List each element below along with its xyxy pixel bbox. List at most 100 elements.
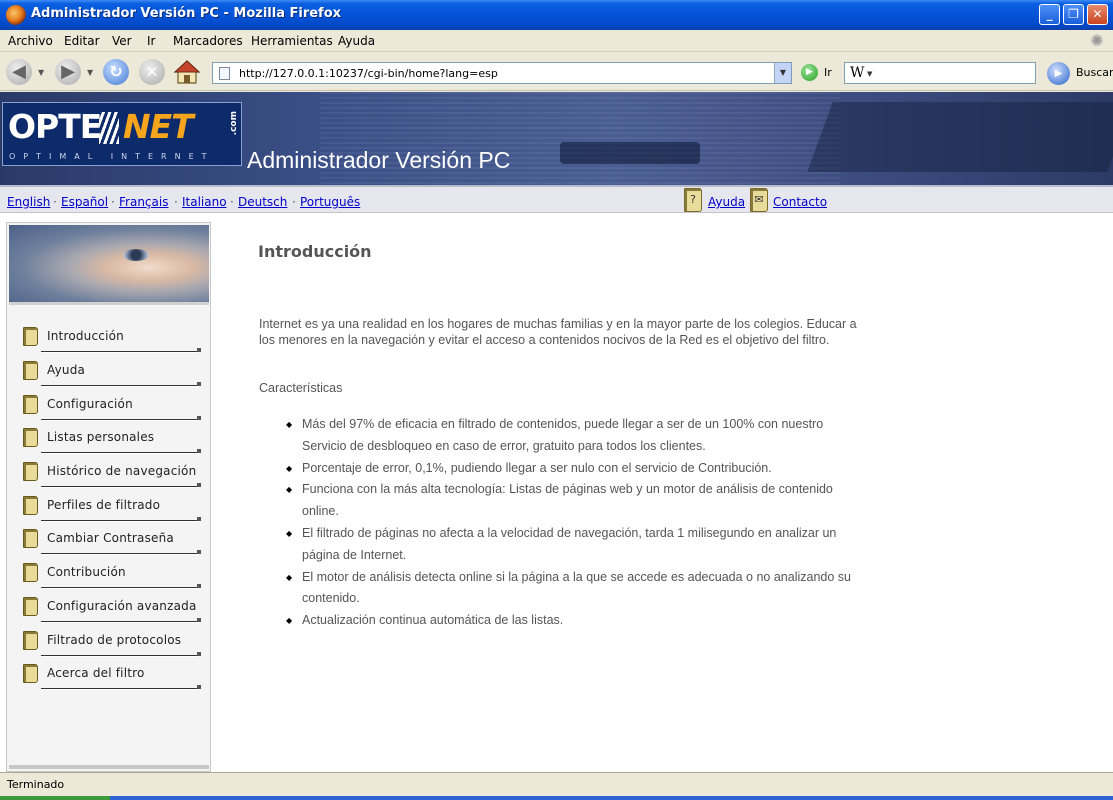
- feature-item: Porcentaje de error, 0,1%, pudiendo lleg…: [286, 458, 866, 480]
- sidebar-item-acerca-del-filtro[interactable]: Acerca del filtro: [7, 658, 207, 692]
- minimize-button[interactable]: _: [1039, 4, 1060, 25]
- sidebar-item-ayuda[interactable]: Ayuda: [7, 355, 207, 389]
- forward-arrow-icon[interactable]: ▶: [55, 59, 81, 85]
- optenet-logo: OPTE NET .com OPTIMAL INTERNET: [2, 102, 242, 166]
- go-button-label[interactable]: Ir: [824, 66, 832, 79]
- search-input[interactable]: W ▼: [844, 62, 1036, 84]
- sidebar-item-label[interactable]: Configuración: [47, 397, 133, 411]
- sidebar-item-introduccion[interactable]: Introducción: [7, 321, 207, 355]
- firefox-logo-icon: [6, 5, 26, 25]
- menu-ayuda[interactable]: Ayuda: [338, 34, 375, 48]
- book-icon: [23, 664, 38, 683]
- feature-item: Actualización continua automática de las…: [286, 610, 866, 632]
- help-link[interactable]: Ayuda: [708, 195, 745, 209]
- navigation-toolbar: ◀ ▼ ▶ ▼ ↻ ✕ http://127.0.0.1:10237/cgi-b…: [0, 53, 1113, 91]
- close-button[interactable]: ✕: [1087, 4, 1108, 25]
- lang-separator: ·: [53, 195, 57, 209]
- sidebar-item-underline: [41, 652, 201, 657]
- book-icon: [23, 462, 38, 481]
- logo-text-right: NET: [123, 107, 194, 146]
- back-dropdown-icon[interactable]: ▼: [38, 68, 44, 77]
- sidebar-photo: [9, 225, 209, 302]
- book-icon: [23, 631, 38, 650]
- lang-italiano-link[interactable]: Italiano: [182, 195, 227, 209]
- lang-english-link[interactable]: English: [7, 195, 50, 209]
- menu-herramientas[interactable]: Herramientas: [251, 34, 333, 48]
- reload-icon[interactable]: ↻: [103, 59, 129, 85]
- sidebar-item-contribucion[interactable]: Contribución: [7, 557, 207, 591]
- header-banner: OPTE NET .com OPTIMAL INTERNET Administr…: [0, 92, 1113, 185]
- sidebar-item-label[interactable]: Histórico de navegación: [47, 464, 196, 478]
- stop-icon[interactable]: ✕: [139, 59, 165, 85]
- sidebar-item-label[interactable]: Ayuda: [47, 363, 85, 377]
- start-button-edge[interactable]: [0, 796, 110, 800]
- search-button-label[interactable]: Buscar: [1076, 66, 1113, 79]
- feature-item: El motor de análisis detecta online si l…: [286, 567, 866, 611]
- address-bar[interactable]: http://127.0.0.1:10237/cgi-bin/home?lang…: [212, 62, 792, 84]
- window-title: Administrador Versión PC - Mozilla Firef…: [31, 6, 342, 21]
- lang-separator: ·: [292, 195, 296, 209]
- sidebar-bottom-bar: [9, 765, 209, 769]
- main-content: Introducción Internet es ya una realidad…: [258, 242, 868, 632]
- sidebar-item-underline: [41, 483, 201, 488]
- logo-text-suffix: .com: [229, 111, 239, 136]
- sidebar-item-underline: [41, 348, 201, 353]
- sidebar-item-label[interactable]: Perfiles de filtrado: [47, 498, 160, 512]
- lang-separator: ·: [174, 195, 178, 209]
- sidebar-item-label[interactable]: Contribución: [47, 565, 126, 579]
- url-dropdown-icon[interactable]: ▼: [774, 63, 791, 83]
- banner-shape-2: [560, 142, 700, 164]
- menu-ir[interactable]: Ir: [147, 34, 155, 48]
- sidebar-item-configuracion[interactable]: Configuración: [7, 389, 207, 423]
- sidebar-item-label[interactable]: Cambiar Contraseña: [47, 531, 174, 545]
- throbber-icon: ✺: [1090, 31, 1104, 50]
- lang-separator: ·: [111, 195, 115, 209]
- sidebar-item-listas-personales[interactable]: Listas personales: [7, 422, 207, 456]
- search-engine-dropdown-icon[interactable]: ▼: [867, 70, 872, 78]
- sidebar-item-underline: [41, 416, 201, 421]
- help-book-icon[interactable]: ?: [684, 188, 702, 212]
- page-icon: [219, 67, 230, 80]
- lang-deutsch-link[interactable]: Deutsch: [238, 195, 287, 209]
- menu-archivo[interactable]: Archivo: [8, 34, 53, 48]
- sidebar-item-underline: [41, 517, 201, 522]
- maximize-button[interactable]: ❐: [1063, 4, 1084, 25]
- forward-dropdown-icon[interactable]: ▼: [87, 68, 93, 77]
- features-title: Características: [259, 381, 343, 395]
- search-icon[interactable]: ▶: [1047, 62, 1070, 85]
- home-icon[interactable]: [173, 59, 201, 85]
- menu-marcadores[interactable]: Marcadores: [173, 34, 243, 48]
- contact-link[interactable]: Contacto: [773, 195, 827, 209]
- sidebar-item-label[interactable]: Introducción: [47, 329, 124, 343]
- sidebar-item-label[interactable]: Listas personales: [47, 430, 154, 444]
- lang-francais-link[interactable]: Français: [119, 195, 168, 209]
- sidebar-item-filtrado-protocolos[interactable]: Filtrado de protocolos: [7, 625, 207, 659]
- intro-paragraph: Internet es ya una realidad en los hogar…: [259, 317, 857, 347]
- banner-shape: [807, 102, 1113, 172]
- sidebar-item-label[interactable]: Acerca del filtro: [47, 666, 145, 680]
- menu-editar[interactable]: Editar: [64, 34, 100, 48]
- sidebar-item-perfiles[interactable]: Perfiles de filtrado: [7, 490, 207, 524]
- contact-book-icon[interactable]: ✉: [750, 188, 768, 212]
- menu-ver[interactable]: Ver: [112, 34, 132, 48]
- sidebar-item-configuracion-avanzada[interactable]: Configuración avanzada: [7, 591, 207, 625]
- go-arrow-icon[interactable]: ▶: [801, 64, 818, 81]
- sidebar-item-historico[interactable]: Histórico de navegación: [7, 456, 207, 490]
- lang-separator: ·: [230, 195, 234, 209]
- sidebar-item-label[interactable]: Configuración avanzada: [47, 599, 197, 613]
- window-titlebar[interactable]: Administrador Versión PC - Mozilla Firef…: [0, 0, 1113, 30]
- app-title: Administrador Versión PC: [247, 147, 511, 173]
- feature-item: Más del 97% de eficacia en filtrado de c…: [286, 414, 866, 458]
- sidebar-item-cambiar-contrasena[interactable]: Cambiar Contraseña: [7, 523, 207, 557]
- book-icon: [23, 327, 38, 346]
- wikipedia-icon[interactable]: W: [850, 65, 864, 81]
- book-icon: [23, 496, 38, 515]
- url-text[interactable]: http://127.0.0.1:10237/cgi-bin/home?lang…: [239, 67, 498, 80]
- book-icon: [23, 428, 38, 447]
- back-arrow-icon[interactable]: ◀: [6, 59, 32, 85]
- lang-espanol-link[interactable]: Español: [61, 195, 108, 209]
- taskbar-edge: [0, 796, 1113, 800]
- logo-slash: [99, 112, 119, 144]
- lang-portugues-link[interactable]: Português: [300, 195, 360, 209]
- sidebar-item-label[interactable]: Filtrado de protocolos: [47, 633, 181, 647]
